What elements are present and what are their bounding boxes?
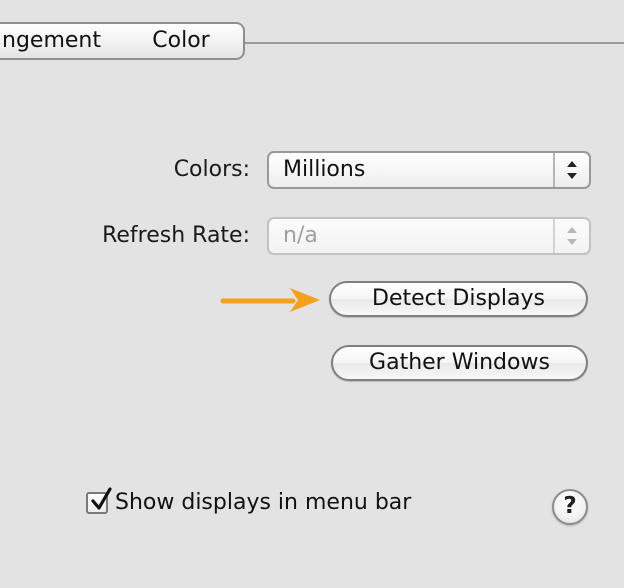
detect-displays-button[interactable]: Detect Displays — [329, 281, 588, 317]
tab-color[interactable]: Color — [129, 22, 245, 60]
colors-popup[interactable]: Millions — [267, 151, 591, 189]
question-mark-icon: ? — [563, 493, 577, 519]
show-displays-checkbox[interactable] — [86, 487, 112, 514]
refresh-rate-label: Refresh Rate: — [102, 223, 250, 248]
checkmark-icon — [91, 487, 112, 510]
tab-separator-line — [244, 42, 624, 44]
refresh-rate-popup: n/a — [267, 217, 591, 255]
refresh-rate-popup-value: n/a — [283, 223, 318, 248]
display-preferences-pane: ngement Color Colors: Millions Refresh R… — [0, 0, 624, 588]
tab-arrangement[interactable]: ngement — [0, 22, 130, 60]
colors-label: Colors: — [173, 157, 250, 182]
tab-arrangement-label: ngement — [2, 28, 101, 53]
gather-windows-button[interactable]: Gather Windows — [331, 345, 588, 381]
show-displays-label[interactable]: Show displays in menu bar — [115, 488, 411, 518]
up-down-chevrons-icon — [555, 153, 589, 187]
right-arrow-icon — [220, 288, 320, 312]
colors-popup-value: Millions — [283, 157, 366, 182]
tab-color-label: Color — [152, 28, 210, 53]
up-down-chevrons-icon — [555, 219, 589, 253]
help-button[interactable]: ? — [552, 489, 588, 525]
